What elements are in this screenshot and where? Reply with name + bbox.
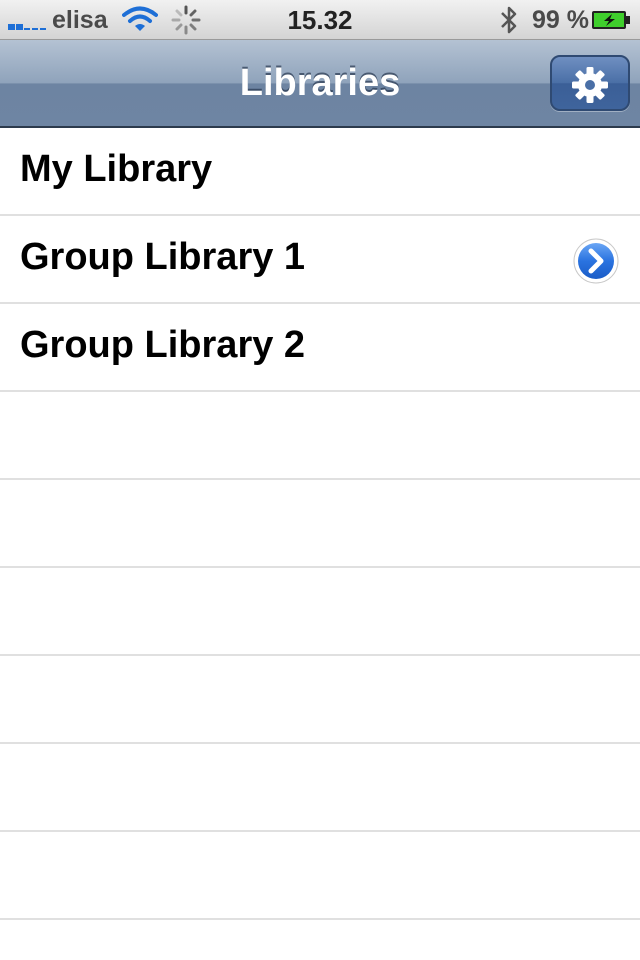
- navigation-bar: Libraries: [0, 40, 640, 128]
- list-item-my-library[interactable]: My Library: [0, 128, 640, 216]
- battery-charging-icon: [592, 11, 630, 29]
- status-bar: elisa 15.32 99 %: [0, 0, 640, 40]
- list-item-group-library-1[interactable]: Group Library 1: [0, 216, 640, 304]
- libraries-list: My Library Group Library 1 Group Library…: [0, 128, 640, 920]
- empty-row: [0, 480, 640, 568]
- list-item-label: Group Library 1: [20, 236, 306, 278]
- empty-row: [0, 832, 640, 920]
- empty-row: [0, 568, 640, 656]
- gear-icon: [572, 67, 608, 103]
- list-item-label: Group Library 2: [20, 324, 306, 366]
- empty-row: [0, 744, 640, 832]
- empty-row: [0, 392, 640, 480]
- settings-button[interactable]: [550, 55, 630, 111]
- battery-percent: 99 %: [532, 6, 589, 34]
- list-item-group-library-2[interactable]: Group Library 2: [0, 304, 640, 392]
- empty-row: [0, 656, 640, 744]
- bluetooth-icon: [501, 6, 517, 34]
- list-item-label: My Library: [20, 148, 213, 190]
- page-title: Libraries: [239, 62, 401, 104]
- detail-disclosure-icon[interactable]: [572, 237, 620, 285]
